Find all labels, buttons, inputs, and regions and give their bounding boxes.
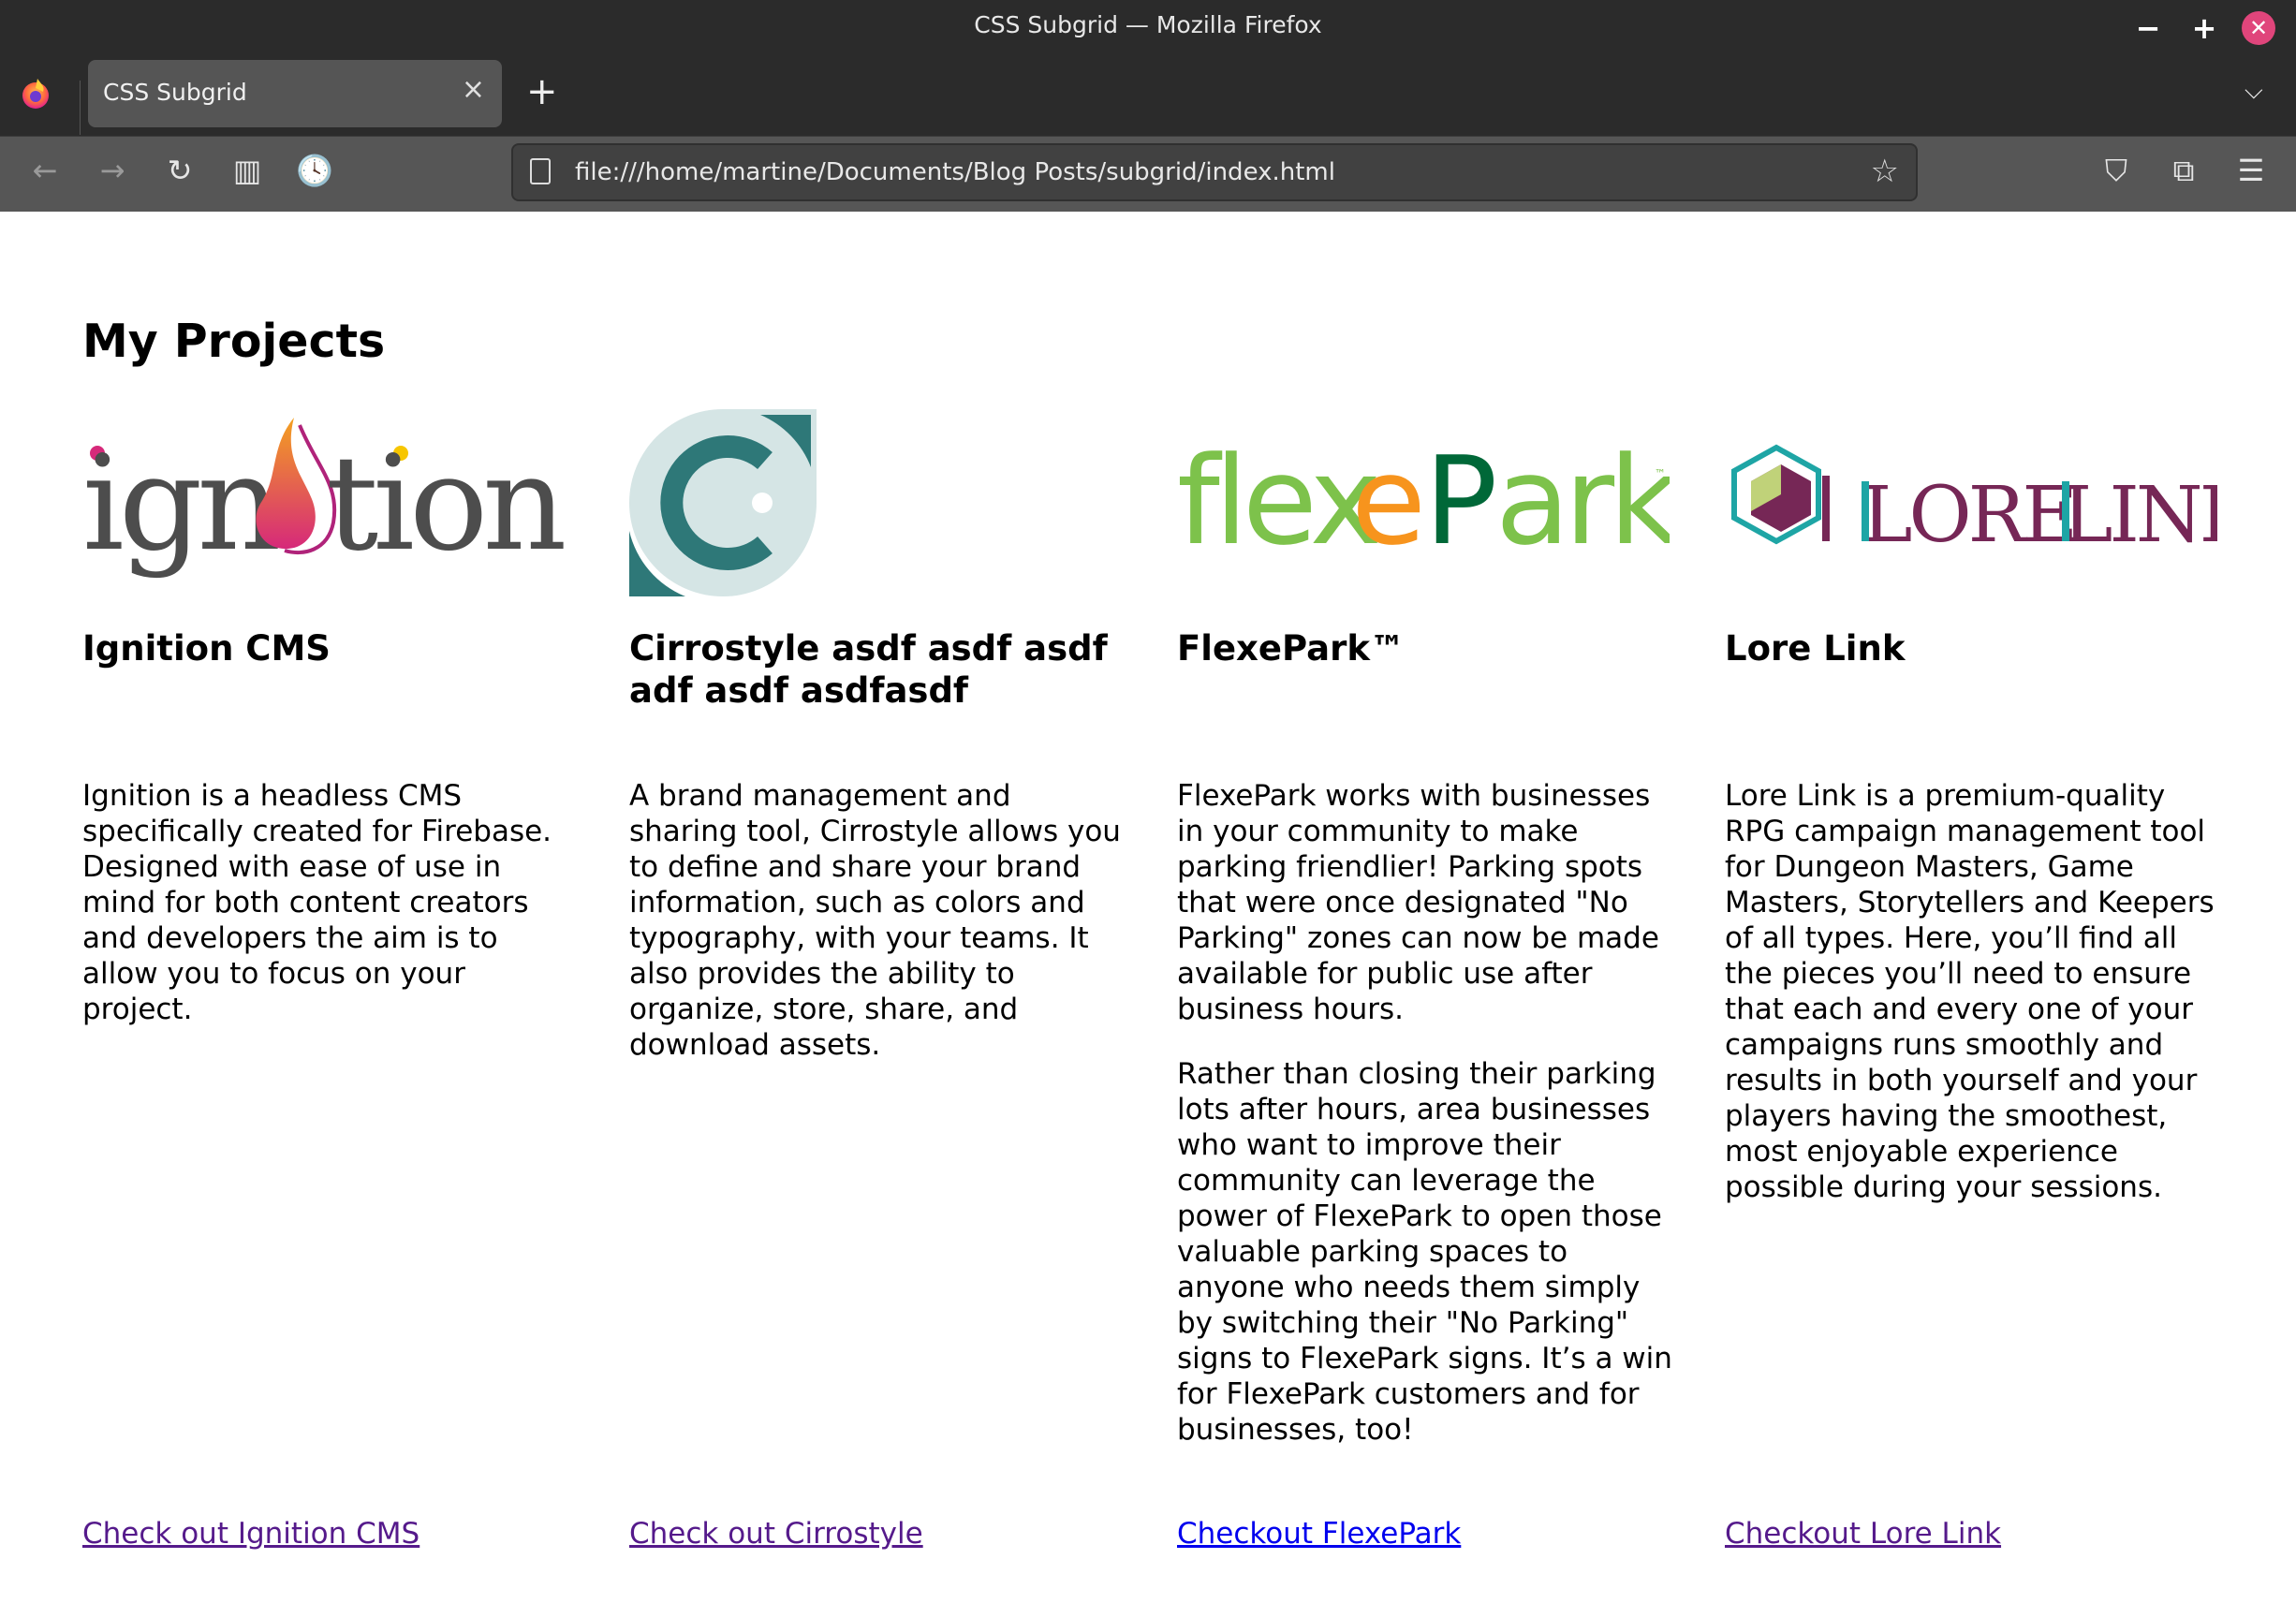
description-paragraph: Ignition is a headless CMS specifically … (82, 779, 552, 1026)
back-arrow-icon[interactable]: ← (24, 150, 66, 191)
maximize-button[interactable]: + (2187, 11, 2221, 45)
description-paragraph: Rather than closing their parking lots a… (1177, 1057, 1672, 1447)
lorelink-logo-word2: LINK (2062, 471, 2217, 560)
new-tab-button[interactable]: + (526, 71, 558, 112)
project-description: A brand management and sharing tool, Cir… (629, 778, 1126, 1092)
project-title: FlexePark™ (1177, 628, 1405, 669)
project-description: Lore Link is a premium-quality RPG campa… (1725, 778, 2221, 1234)
flexepark-logo-text-ark: ark (1495, 430, 1670, 572)
browser-titlebar: CSS Subgrid — Mozilla Firefox − + ✕ CSS … (0, 0, 2296, 136)
page-title: My Projects (82, 315, 386, 368)
ignition-link[interactable]: Check out Ignition CMS (82, 1516, 419, 1552)
description-paragraph: FlexePark works with businesses in your … (1177, 779, 1659, 1026)
navigation-toolbar: ← → ↻ ▥ 🕓 file:///home/martine/Documents… (0, 136, 2296, 212)
history-clock-icon[interactable]: 🕓 (294, 150, 335, 191)
cirrostyle-link[interactable]: Check out Cirrostyle (629, 1516, 923, 1552)
description-paragraph: Lore Link is a premium-quality RPG campa… (1725, 779, 2215, 1204)
reload-icon[interactable]: ↻ (159, 150, 200, 191)
svg-text:tion: tion (326, 428, 564, 581)
project-description: FlexePark works with businesses in your … (1177, 778, 1673, 1477)
lore-link-link[interactable]: Checkout Lore Link (1725, 1516, 2001, 1552)
flexepark-link[interactable]: Checkout FlexePark (1177, 1516, 1461, 1552)
flexepark-logo-text-e: e (1351, 430, 1426, 572)
tab-label: CSS Subgrid (103, 79, 247, 106)
flexepark-logo-tm: ™ (1655, 467, 1666, 480)
minimize-button[interactable]: − (2131, 11, 2165, 45)
sidebar-icon[interactable]: ▥ (227, 150, 268, 191)
lorelink-logo-word1: LORE (1862, 471, 2074, 560)
description-paragraph: A brand management and sharing tool, Cir… (629, 779, 1121, 1062)
tab-divider (80, 81, 81, 135)
project-title: Ignition CMS (82, 628, 331, 669)
tab-css-subgrid[interactable]: CSS Subgrid × (88, 60, 502, 127)
pocket-icon[interactable]: ⛉ (2096, 150, 2137, 191)
window-title: CSS Subgrid — Mozilla Firefox (974, 11, 1322, 38)
firefox-icon[interactable] (21, 77, 51, 110)
close-tab-icon[interactable]: × (462, 73, 485, 106)
close-window-button[interactable]: ✕ (2242, 11, 2275, 45)
cirrostyle-logo (629, 409, 817, 596)
project-title: Cirrostyle asdf asdf asdf adf asdf asdfa… (629, 628, 1108, 711)
svg-text:ign: ign (82, 428, 278, 581)
extensions-puzzle-icon[interactable]: ⧉ (2163, 150, 2204, 191)
hamburger-menu-icon[interactable]: ☰ (2230, 150, 2272, 191)
flexepark-logo-text-flex: flex (1177, 430, 1378, 572)
forward-arrow-icon[interactable]: → (92, 150, 133, 191)
project-title: Lore Link (1725, 628, 1906, 669)
page-icon (530, 158, 551, 184)
ignition-logo: ign tion (82, 418, 569, 581)
url-input[interactable]: file:///home/martine/Documents/Blog Post… (575, 158, 1335, 186)
url-bar[interactable]: file:///home/martine/Documents/Blog Post… (511, 143, 1918, 201)
bookmark-star-icon[interactable]: ☆ (1871, 153, 1899, 190)
list-all-tabs-chevron-icon[interactable]: ⌵ (2244, 77, 2263, 106)
page-content: My Projects ign tion Ignition CMS Igniti… (0, 212, 2296, 1618)
flexepark-logo-text-p: P (1424, 430, 1497, 572)
flexepark-logo: flex e P ark ™ (1177, 430, 1670, 572)
project-description: Ignition is a headless CMS specifically … (82, 778, 579, 1056)
lorelink-logo: LORE LINK (1731, 444, 2217, 560)
